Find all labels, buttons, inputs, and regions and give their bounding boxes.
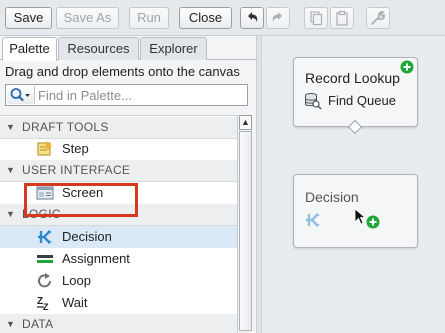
copy-button[interactable]: [304, 7, 328, 29]
wrench-icon: [371, 11, 385, 25]
step-icon: [37, 141, 52, 156]
decision-icon: [38, 230, 52, 244]
scroll-thumb[interactable]: [239, 131, 252, 331]
palette-item-step[interactable]: Step: [0, 138, 237, 160]
decision-node-title: Decision: [305, 189, 359, 205]
save-button[interactable]: Save: [5, 7, 52, 29]
assignment-icon: [37, 255, 53, 263]
panel-tabs: Palette Resources Explorer: [0, 36, 257, 61]
search-icon: [10, 88, 30, 102]
redo-icon: [272, 12, 282, 22]
tools-button[interactable]: [366, 7, 390, 29]
flow-canvas[interactable]: Record Lookup Find Queue Decision: [262, 36, 445, 333]
add-icon: [366, 215, 380, 229]
section-user-interface[interactable]: ▼ USER INTERFACE: [0, 160, 237, 182]
collapse-triangle-icon: ▼: [6, 209, 16, 219]
paste-button[interactable]: [330, 7, 354, 29]
section-data[interactable]: ▼ DATA: [0, 314, 237, 333]
record-lookup-node[interactable]: Record Lookup Find Queue: [293, 57, 418, 135]
section-draft-tools[interactable]: ▼ DRAFT TOOLS: [0, 117, 237, 139]
paste-icon: [336, 10, 348, 26]
copy-icon: [310, 11, 323, 26]
chevron-down-icon: [25, 94, 30, 97]
decision-highlight-box: [24, 183, 138, 217]
palette-hint: Drag and drop elements onto the canvas: [5, 64, 240, 79]
add-connector-icon[interactable]: [400, 60, 414, 74]
undo-button[interactable]: [240, 7, 264, 29]
palette-item-decision[interactable]: Decision: [0, 226, 237, 248]
redo-button[interactable]: [266, 7, 290, 29]
decision-node[interactable]: Decision: [293, 174, 418, 248]
tab-resources[interactable]: Resources: [58, 37, 139, 60]
tab-explorer[interactable]: Explorer: [140, 37, 207, 60]
record-lookup-title: Record Lookup: [305, 70, 400, 86]
record-lookup-subtitle: Find Queue: [328, 93, 396, 108]
palette-item-assignment[interactable]: Assignment: [0, 248, 237, 270]
undo-icon: [248, 12, 258, 22]
collapse-triangle-icon: ▼: [6, 319, 16, 329]
loop-icon: [38, 273, 51, 288]
toolbar: Save Save As Run Close: [0, 0, 445, 36]
wait-icon: Z Z: [37, 296, 49, 311]
save-as-button[interactable]: Save As: [56, 7, 119, 29]
node-connector-handle[interactable]: [347, 119, 363, 135]
search-input[interactable]: [38, 86, 243, 104]
scroll-up-arrow-icon[interactable]: ▲: [239, 115, 252, 130]
palette-item-loop[interactable]: Loop: [0, 270, 237, 292]
search-options-button[interactable]: [7, 86, 35, 104]
palette-search: [5, 84, 248, 106]
collapse-triangle-icon: ▼: [6, 122, 16, 132]
run-button[interactable]: Run: [129, 7, 169, 29]
palette-scrollbar[interactable]: ▲: [237, 115, 252, 333]
palette-item-wait[interactable]: Z Z Wait: [0, 292, 237, 314]
palette-tree: ▼ DRAFT TOOLS Step ▼ USER INTERFACE Scre…: [0, 115, 237, 333]
close-button[interactable]: Close: [179, 7, 232, 29]
decision-icon: [306, 213, 320, 227]
collapse-triangle-icon: ▼: [6, 165, 16, 175]
database-icon: [305, 93, 322, 110]
tab-palette[interactable]: Palette: [2, 37, 57, 61]
